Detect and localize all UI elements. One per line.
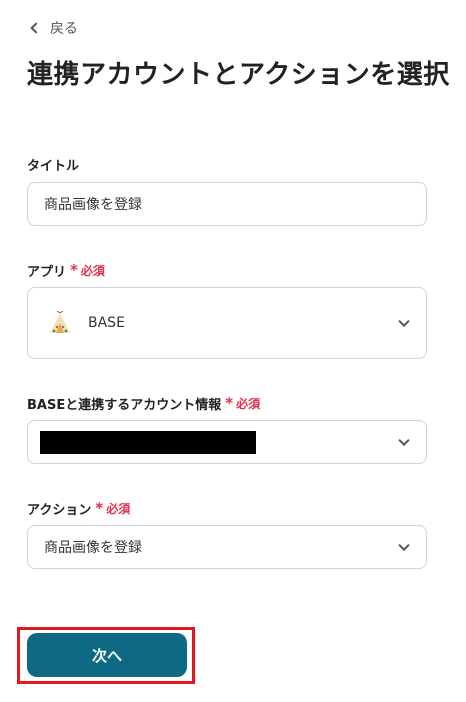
app-select[interactable]: BASE [27,287,427,359]
title-label-text: タイトル [27,159,80,174]
account-select[interactable] [27,420,427,464]
back-label: 戻る [50,21,78,37]
chevron-down-icon [398,539,410,552]
required-star: * [70,261,78,279]
title-field-label: タイトル [27,155,79,174]
action-select[interactable]: 商品画像を登録 [27,525,427,569]
required-text: 必須 [106,502,131,516]
account-field-label: BASEと連携するアカウント情報 * 必須 [27,394,260,414]
base-teepee-icon [50,311,70,333]
required-text: 必須 [236,397,261,411]
title-input-value: 商品画像を登録 [44,197,142,213]
app-field-label: アプリ * 必須 [27,261,105,281]
action-label-text: アクション [27,503,92,518]
action-field-label: アクション * 必須 [27,499,130,519]
action-select-value: 商品画像を登録 [44,540,142,556]
redacted-account-value [40,430,256,454]
required-badge: * 必須 [225,395,260,412]
required-star: * [95,499,104,517]
chevron-down-icon [398,315,410,328]
next-button[interactable]: 次へ [27,633,187,677]
page-title: 連携アカウントとアクションを選択 [27,60,450,90]
account-label-text: BASEと連携するアカウント情報 [27,398,222,413]
required-badge: * 必須 [95,500,130,517]
chevron-down-icon [398,434,410,447]
required-text: 必須 [80,264,105,278]
title-input[interactable]: 商品画像を登録 [27,182,427,226]
required-badge: * 必須 [70,262,105,279]
app-label-text: アプリ [27,265,67,280]
app-select-value: BASE [88,315,125,331]
back-link[interactable]: 戻る [30,18,78,38]
chevron-left-icon [30,22,42,34]
required-star: * [225,394,234,412]
